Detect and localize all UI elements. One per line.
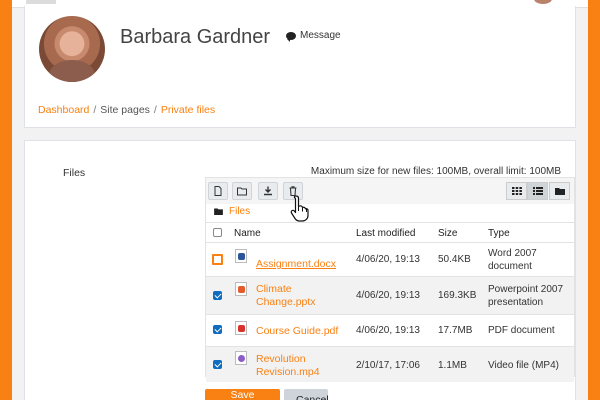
file-type: Powerpoint 2007 presentation bbox=[488, 284, 564, 308]
avatar bbox=[39, 16, 105, 82]
create-folder-button[interactable] bbox=[232, 182, 252, 200]
breadcrumb: Dashboard / Site pages / Private files bbox=[38, 104, 215, 116]
folder-path-files[interactable]: Files bbox=[229, 206, 250, 217]
header-size[interactable]: Size bbox=[438, 228, 457, 239]
nav-tab[interactable] bbox=[26, 0, 56, 4]
row-checkbox[interactable] bbox=[213, 291, 222, 300]
breadcrumb-private-files[interactable]: Private files bbox=[161, 104, 215, 116]
file-size: 169.3KB bbox=[438, 290, 477, 301]
message-label: Message bbox=[300, 30, 341, 41]
private-files-form: Files Maximum size for new files: 100MB,… bbox=[24, 140, 576, 400]
row-checkbox[interactable] bbox=[212, 254, 223, 265]
table-row[interactable]: Course Guide.pdf 4/06/20, 19:13 17.7MB P… bbox=[206, 314, 574, 346]
form-buttons: Save changes Cancel bbox=[205, 389, 329, 400]
list-view-icon bbox=[532, 187, 543, 195]
file-size: 17.7MB bbox=[438, 325, 473, 336]
message-button[interactable]: Message bbox=[286, 30, 341, 42]
file-modified: 4/06/20, 19:13 bbox=[356, 254, 420, 265]
breadcrumb-separator: / bbox=[93, 104, 97, 116]
select-all-checkbox[interactable] bbox=[213, 228, 222, 237]
page-header: Barbara Gardner Message Dashboard / Site… bbox=[24, 6, 576, 128]
page-title: Barbara Gardner bbox=[120, 26, 271, 48]
folder-path: Files bbox=[214, 206, 250, 217]
file-modified: 4/06/20, 19:13 bbox=[356, 325, 420, 336]
table-row[interactable]: Climate Change.pptx 4/06/20, 19:13 169.3… bbox=[206, 276, 574, 314]
list-view-button[interactable] bbox=[527, 182, 548, 200]
word-file-icon bbox=[235, 249, 247, 263]
hand-cursor-icon bbox=[290, 195, 309, 222]
tree-view-button[interactable] bbox=[549, 182, 570, 200]
powerpoint-file-icon bbox=[235, 282, 247, 296]
file-manager: Files Name Last modified Size Type Assig… bbox=[205, 177, 575, 382]
save-button[interactable]: Save changes bbox=[205, 389, 280, 400]
table-header-row: Name Last modified Size Type bbox=[206, 222, 574, 242]
video-file-icon bbox=[235, 351, 247, 365]
page: Barbara Gardner Message Dashboard / Site… bbox=[12, 0, 588, 400]
header-name[interactable]: Name bbox=[234, 228, 261, 239]
download-icon bbox=[264, 186, 272, 196]
table-row[interactable]: Assignment.docx 4/06/20, 19:13 50.4KB Wo… bbox=[206, 242, 574, 276]
grid-view-icon bbox=[511, 187, 522, 195]
table-row[interactable]: Revolution Revision.mp4 2/10/17, 17:06 1… bbox=[206, 346, 574, 382]
file-modified: 4/06/20, 19:13 bbox=[356, 290, 420, 301]
download-button[interactable] bbox=[258, 182, 278, 200]
file-name-link[interactable]: Course Guide.pdf bbox=[256, 325, 338, 338]
breadcrumb-separator: / bbox=[153, 104, 157, 116]
file-name-link[interactable]: Climate Change.pptx bbox=[256, 283, 336, 309]
user-menu-avatar[interactable] bbox=[534, 0, 552, 4]
file-type: Word 2007 document bbox=[488, 248, 537, 272]
file-size: 1.1MB bbox=[438, 360, 467, 371]
file-name-link[interactable]: Revolution Revision.mp4 bbox=[256, 353, 336, 379]
file-type: PDF document bbox=[488, 325, 555, 336]
header-last-modified[interactable]: Last modified bbox=[356, 228, 415, 239]
file-size: 50.4KB bbox=[438, 254, 471, 265]
add-file-button[interactable] bbox=[208, 182, 228, 200]
file-name-link[interactable]: Assignment.docx bbox=[256, 258, 336, 271]
folder-icon bbox=[214, 208, 223, 215]
create-folder-icon bbox=[237, 187, 247, 196]
file-type: Video file (MP4) bbox=[488, 360, 559, 371]
chat-icon bbox=[286, 31, 296, 42]
breadcrumb-dashboard[interactable]: Dashboard bbox=[38, 104, 89, 116]
files-label: Files bbox=[63, 167, 86, 179]
add-file-icon bbox=[214, 186, 222, 196]
pdf-file-icon bbox=[235, 321, 247, 335]
max-size-note: Maximum size for new files: 100MB, overa… bbox=[310, 166, 561, 177]
row-checkbox[interactable] bbox=[213, 325, 222, 334]
tree-view-icon bbox=[554, 188, 565, 195]
row-checkbox[interactable] bbox=[213, 360, 222, 369]
breadcrumb-site-pages: Site pages bbox=[100, 104, 150, 116]
cancel-button[interactable]: Cancel bbox=[284, 389, 329, 400]
file-manager-toolbar bbox=[206, 178, 574, 204]
file-modified: 2/10/17, 17:06 bbox=[356, 360, 420, 371]
header-type[interactable]: Type bbox=[488, 228, 510, 239]
grid-view-button[interactable] bbox=[506, 182, 527, 200]
